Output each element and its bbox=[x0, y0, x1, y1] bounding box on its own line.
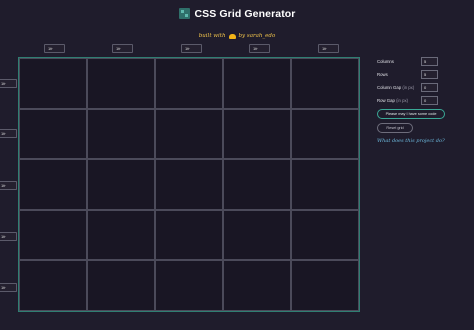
rows-input[interactable]: 5 bbox=[421, 70, 438, 79]
grid-cell[interactable] bbox=[87, 260, 155, 311]
rows-label: Rows bbox=[377, 72, 388, 77]
grid-cell[interactable] bbox=[19, 260, 87, 311]
grid-cell[interactable] bbox=[87, 108, 155, 160]
grid-cell[interactable] bbox=[155, 159, 223, 210]
grid-cell[interactable] bbox=[155, 209, 223, 261]
column-unit-input-4[interactable]: 1fr bbox=[249, 44, 270, 53]
grid-cell[interactable] bbox=[223, 159, 291, 210]
columns-input[interactable]: 5 bbox=[421, 57, 438, 66]
byline-prefix: built with bbox=[198, 33, 226, 39]
reset-grid-button[interactable]: Reset grid bbox=[377, 123, 413, 133]
column-unit-input-1[interactable]: 1fr bbox=[44, 44, 65, 53]
column-gap-label-text: Column Gap bbox=[377, 85, 402, 90]
title-row: CSS Grid Generator bbox=[178, 7, 296, 20]
row-unit-input-5[interactable]: 1fr bbox=[0, 283, 17, 292]
columns-field: Columns 5 bbox=[377, 57, 447, 66]
column-gap-label: Column Gap (in px) bbox=[377, 85, 414, 90]
column-unit-input-3[interactable]: 1fr bbox=[181, 44, 202, 53]
row-gap-field: Row Gap (in px) 0 bbox=[377, 96, 447, 105]
settings-panel: Columns 5 Rows 5 Column Gap (in px) 0 Ro… bbox=[377, 57, 447, 144]
page-title: CSS Grid Generator bbox=[194, 7, 296, 20]
row-gap-input[interactable]: 0 bbox=[421, 96, 438, 105]
grid-cell[interactable] bbox=[291, 209, 359, 261]
grid-cell[interactable] bbox=[19, 209, 87, 261]
row-unit-input-3[interactable]: 1fr bbox=[0, 181, 17, 190]
grid-cell[interactable] bbox=[155, 58, 223, 109]
byline-suffix: by sarah_edo bbox=[238, 33, 276, 39]
grid-cell[interactable] bbox=[155, 108, 223, 160]
love-icon bbox=[228, 33, 236, 39]
byline: built with by sarah_edo bbox=[199, 33, 276, 39]
help-link[interactable]: What does this project do? bbox=[377, 138, 447, 144]
row-unit-input-2[interactable]: 1fr bbox=[0, 129, 17, 138]
grid-cell[interactable] bbox=[223, 58, 291, 109]
grid-cell[interactable] bbox=[87, 159, 155, 210]
grid-cell[interactable] bbox=[223, 260, 291, 311]
column-gap-field: Column Gap (in px) 0 bbox=[377, 83, 447, 92]
grid-cell[interactable] bbox=[87, 58, 155, 109]
row-gap-label: Row Gap (in px) bbox=[377, 98, 408, 103]
grid-cell[interactable] bbox=[19, 58, 87, 109]
grid-cell[interactable] bbox=[19, 108, 87, 160]
get-code-button[interactable]: Please may I have some code bbox=[377, 109, 445, 119]
header: CSS Grid Generator built with by sarah_e… bbox=[0, 6, 474, 42]
grid-cell[interactable] bbox=[223, 108, 291, 160]
grid-cell[interactable] bbox=[291, 108, 359, 160]
grid-cell[interactable] bbox=[291, 159, 359, 210]
column-gap-unit: (in px) bbox=[402, 85, 415, 90]
grid-cell[interactable] bbox=[291, 58, 359, 109]
row-gap-label-text: Row Gap bbox=[377, 98, 395, 103]
column-gap-input[interactable]: 0 bbox=[421, 83, 438, 92]
rows-field: Rows 5 bbox=[377, 70, 447, 79]
row-unit-input-4[interactable]: 1fr bbox=[0, 232, 17, 241]
grid-cell[interactable] bbox=[155, 260, 223, 311]
row-unit-input-1[interactable]: 1fr bbox=[0, 79, 17, 88]
columns-label: Columns bbox=[377, 59, 394, 64]
column-unit-input-2[interactable]: 1fr bbox=[112, 44, 133, 53]
grid-cell[interactable] bbox=[223, 209, 291, 261]
grid-cell[interactable] bbox=[19, 159, 87, 210]
grid-cell[interactable] bbox=[291, 260, 359, 311]
grid-logo-icon bbox=[178, 8, 190, 19]
grid-cell[interactable] bbox=[87, 209, 155, 261]
grid-canvas[interactable] bbox=[18, 57, 360, 312]
column-unit-input-5[interactable]: 1fr bbox=[318, 44, 339, 53]
row-gap-unit: (in px) bbox=[396, 98, 409, 103]
